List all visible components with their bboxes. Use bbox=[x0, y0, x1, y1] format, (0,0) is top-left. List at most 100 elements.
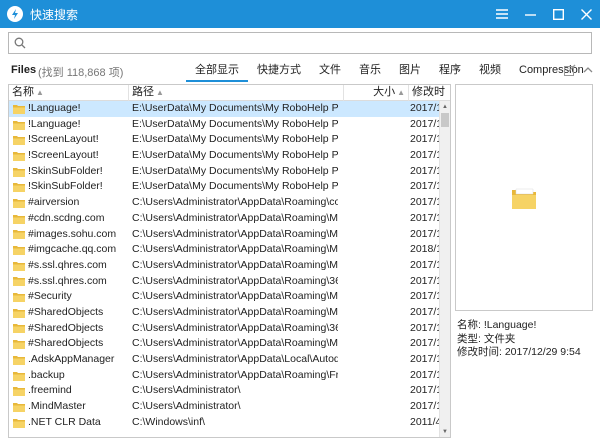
tab-all[interactable]: 全部显示 bbox=[186, 60, 248, 82]
folder-icon bbox=[13, 198, 25, 208]
column-path[interactable]: 路径 ▲ bbox=[129, 85, 344, 101]
row-path: C:\Users\Administrator\ bbox=[132, 400, 241, 413]
row-date: 2017/12 bbox=[410, 117, 440, 130]
sort-icon: ▲ bbox=[36, 88, 44, 97]
result-list[interactable]: 名称 ▲ 路径 ▲ 大小 ▲ 修改时 !Language! E:\UserData\My… bbox=[8, 84, 451, 438]
folder-icon bbox=[13, 324, 25, 334]
table-row[interactable]: !ScreenLayout! E:\UserData\My Documents\M… bbox=[9, 148, 440, 164]
menu-icon[interactable] bbox=[488, 0, 516, 28]
row-name: #Security bbox=[28, 290, 72, 303]
table-row[interactable]: !Language! E:\UserData\My Documents\My Ro… bbox=[9, 117, 440, 133]
row-path: C:\Users\Administrator\AppData\Roaming\F… bbox=[132, 368, 338, 381]
row-name-cell: !SkinSubFolder! bbox=[13, 164, 129, 180]
vertical-scrollbar[interactable]: ▲ ▼ bbox=[439, 101, 450, 437]
folder-icon bbox=[13, 261, 25, 271]
table-row[interactable]: #Security C:\Users\Administrator\AppData\… bbox=[9, 289, 440, 305]
column-name[interactable]: 名称 ▲ bbox=[9, 85, 129, 101]
row-date: 2017/12 bbox=[410, 196, 440, 209]
folder-icon bbox=[13, 230, 25, 240]
row-path: E:\UserData\My Documents\My RoboHelp Pro… bbox=[132, 102, 338, 114]
row-date: 2017/12 bbox=[410, 102, 440, 114]
search-icon bbox=[14, 37, 26, 49]
table-row[interactable]: #airversion C:\Users\Administrator\AppDat… bbox=[9, 195, 440, 211]
row-path: C:\Users\Administrator\AppData\Roaming\3… bbox=[132, 274, 338, 287]
row-path: C:\Users\Administrator\AppData\Roaming\3… bbox=[132, 321, 338, 334]
row-name-cell: #SharedObjects bbox=[13, 321, 129, 337]
scroll-thumb[interactable] bbox=[441, 113, 449, 127]
folder-icon bbox=[13, 277, 25, 287]
row-date: 2017/12 bbox=[410, 305, 440, 318]
folder-preview-icon bbox=[512, 188, 536, 209]
close-icon[interactable] bbox=[572, 0, 600, 28]
table-row[interactable]: .NET CLR Data C:\Windows\inf\ 2011/4/ bbox=[9, 415, 440, 431]
table-row[interactable]: #SharedObjects C:\Users\Administrator\App… bbox=[9, 321, 440, 337]
row-date: 2017/12 bbox=[410, 290, 440, 303]
table-row[interactable]: .AdskAppManager C:\Users\Administrator\Ap… bbox=[9, 352, 440, 368]
row-date: 2017/12 bbox=[410, 353, 440, 365]
search-box[interactable] bbox=[8, 32, 592, 54]
table-row[interactable]: !SkinSubFolder! E:\UserData\My Documents\… bbox=[9, 179, 440, 195]
row-name-cell: #cdn.scdng.com bbox=[13, 211, 129, 227]
preview-pane bbox=[455, 84, 593, 311]
filter-tabs: 全部显示 快捷方式 文件 音乐 图片 程序 视频 Compression bbox=[186, 60, 593, 82]
row-name-cell: #imgcache.qq.com bbox=[13, 242, 129, 258]
tab-pictures[interactable]: 图片 bbox=[390, 60, 430, 82]
folder-icon bbox=[13, 183, 25, 193]
maximize-icon[interactable] bbox=[544, 0, 572, 28]
folder-icon bbox=[13, 387, 25, 397]
table-row[interactable]: .MindMaster C:\Users\Administrator\ 2017/1… bbox=[9, 399, 440, 415]
row-name-cell: .NET CLR Data bbox=[13, 415, 129, 431]
column-size-label: 大小 bbox=[373, 86, 396, 98]
scroll-down-icon[interactable]: ▼ bbox=[440, 426, 450, 437]
table-row[interactable]: #SharedObjects C:\Users\Administrator\App… bbox=[9, 336, 440, 352]
row-name-cell: #Security bbox=[13, 289, 129, 305]
filter-toolbar: Files (找到 118,868 项) 全部显示 快捷方式 文件 音乐 图片 … bbox=[0, 60, 600, 82]
row-name-cell: #s.ssl.qhres.com bbox=[13, 274, 129, 290]
table-row[interactable]: !SkinSubFolder! E:\UserData\My Documents\… bbox=[9, 164, 440, 180]
column-date[interactable]: 修改时 bbox=[409, 85, 450, 101]
table-row[interactable]: #s.ssl.qhres.com C:\Users\Administrator\A… bbox=[9, 258, 440, 274]
tab-files[interactable]: 文件 bbox=[310, 60, 350, 82]
table-row[interactable]: #imgcache.qq.com C:\Users\Administrator\A… bbox=[9, 242, 440, 258]
column-size[interactable]: 大小 ▲ bbox=[344, 85, 409, 101]
row-path: C:\Users\Administrator\AppData\Roaming\M… bbox=[132, 337, 338, 350]
row-name: #s.ssl.qhres.com bbox=[28, 258, 107, 271]
row-name: #imgcache.qq.com bbox=[28, 243, 117, 256]
row-path: C:\Users\Administrator\AppData\Roaming\M… bbox=[132, 211, 338, 224]
table-row[interactable]: #s.ssl.qhres.com C:\Users\Administrator\A… bbox=[9, 274, 440, 290]
table-row[interactable]: !ScreenLayout! E:\UserData\My Documents\M… bbox=[9, 132, 440, 148]
row-name: .AdskAppManager bbox=[28, 353, 115, 365]
row-path: C:\Users\Administrator\AppData\Roaming\M… bbox=[132, 227, 338, 240]
tab-videos[interactable]: 视频 bbox=[470, 60, 510, 82]
tab-shortcuts[interactable]: 快捷方式 bbox=[248, 60, 310, 82]
folder-icon bbox=[13, 104, 25, 114]
folder-icon bbox=[13, 136, 25, 146]
folder-icon bbox=[13, 418, 25, 428]
row-name-cell: #SharedObjects bbox=[13, 305, 129, 321]
table-row[interactable]: #SharedObjects C:\Users\Administrator\App… bbox=[9, 305, 440, 321]
tab-music[interactable]: 音乐 bbox=[350, 60, 390, 82]
app-logo-icon bbox=[7, 6, 23, 22]
row-path: C:\Windows\inf\ bbox=[132, 415, 205, 428]
table-row[interactable]: #cdn.scdng.com C:\Users\Administrator\App… bbox=[9, 211, 440, 227]
edit-icon[interactable] bbox=[564, 64, 576, 76]
tab-programs[interactable]: 程序 bbox=[430, 60, 470, 82]
window-title: 快速搜索 bbox=[30, 7, 79, 22]
info-type: 类型: 文件夹 bbox=[457, 332, 516, 345]
folder-icon bbox=[13, 308, 25, 318]
table-row[interactable]: #images.sohu.com C:\Users\Administrator\A… bbox=[9, 227, 440, 243]
row-name: .MindMaster bbox=[28, 400, 86, 413]
row-date: 2017/12 bbox=[410, 274, 440, 287]
row-path: C:\Users\Administrator\AppData\Roaming\M… bbox=[132, 243, 338, 256]
search-input[interactable] bbox=[30, 34, 591, 52]
scroll-up-icon[interactable]: ▲ bbox=[440, 101, 450, 112]
folder-icon bbox=[13, 355, 25, 365]
row-name-cell: .MindMaster bbox=[13, 399, 129, 415]
row-name-cell: #s.ssl.qhres.com bbox=[13, 258, 129, 274]
table-row[interactable]: .freemind C:\Users\Administrator\ 2017/12 bbox=[9, 383, 440, 399]
minimize-icon[interactable] bbox=[516, 0, 544, 28]
table-row[interactable]: !Language! E:\UserData\My Documents\My Ro… bbox=[9, 101, 440, 117]
chevron-up-icon[interactable] bbox=[582, 64, 594, 76]
row-name: !Language! bbox=[28, 102, 81, 114]
table-row[interactable]: .backup C:\Users\Administrator\AppData\Ro… bbox=[9, 368, 440, 384]
